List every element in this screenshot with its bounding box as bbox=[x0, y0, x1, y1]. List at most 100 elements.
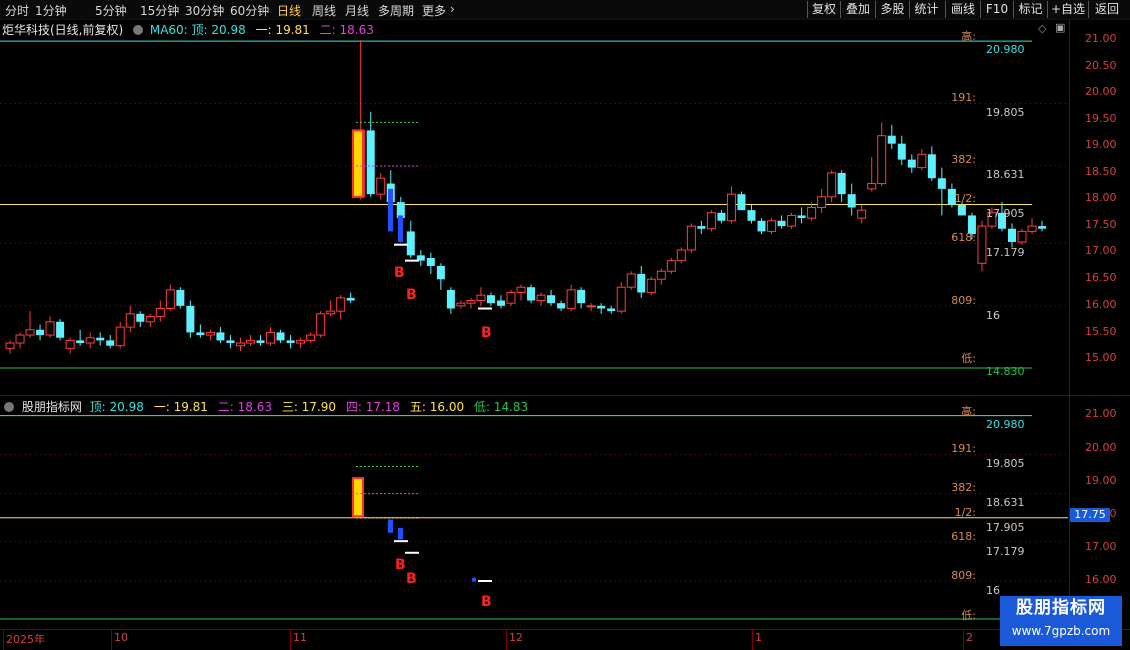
date-tick bbox=[963, 630, 964, 650]
candle-body-up bbox=[656, 270, 666, 280]
right-edge-strip bbox=[1112, 20, 1130, 395]
candle-body-up bbox=[326, 310, 336, 315]
candle-body-up bbox=[917, 153, 927, 169]
candle-body-down bbox=[927, 154, 936, 179]
fib-level-value: 16 bbox=[986, 309, 1000, 322]
candle-body-up bbox=[857, 209, 867, 219]
candle-body-up bbox=[586, 305, 596, 308]
candle-body-up bbox=[115, 326, 125, 347]
current-price-tag: 17.75 bbox=[1070, 508, 1110, 522]
candle-body-down bbox=[777, 220, 786, 227]
candle-body-down bbox=[717, 212, 726, 221]
date-tick bbox=[111, 630, 112, 650]
candle-body-down bbox=[256, 340, 265, 344]
candle-body-down bbox=[847, 194, 856, 208]
candle-body-up bbox=[1027, 225, 1037, 232]
signal-candle-blue bbox=[398, 215, 403, 243]
candle-body-up bbox=[827, 172, 837, 198]
candle-body-down bbox=[496, 300, 505, 306]
candle-body-up bbox=[626, 273, 636, 288]
candle-body-up bbox=[536, 294, 546, 302]
fib-level-value: 20.980 bbox=[986, 43, 1025, 56]
fib-level-value: 19.805 bbox=[986, 106, 1025, 119]
fib-level-label: 1/2: bbox=[954, 192, 976, 205]
candle-body-up bbox=[686, 225, 696, 251]
candle-body-up bbox=[807, 206, 817, 219]
candle-body-up bbox=[25, 329, 35, 336]
sub-fib-level-label: 618: bbox=[951, 530, 976, 543]
watermark-logo: 股朋指标网 www.7gpzb.com bbox=[1000, 596, 1122, 646]
buy-signal-marker: B bbox=[481, 594, 492, 610]
candle-body-down bbox=[226, 340, 235, 344]
candle-body-up bbox=[235, 342, 245, 347]
candle-body-up bbox=[266, 331, 276, 344]
candle-body-down bbox=[1038, 226, 1047, 229]
sub-y-axis-label: 21.00 bbox=[1085, 407, 1117, 420]
sub-fib-level-value: 17.905 bbox=[986, 521, 1025, 534]
fib-level-value: 17.905 bbox=[986, 207, 1025, 220]
candle-body-down bbox=[366, 130, 375, 195]
fib-level-label: 低: bbox=[961, 352, 976, 365]
date-tick bbox=[506, 630, 507, 650]
candle-body-up bbox=[296, 339, 306, 344]
sub-fib-level-value: 20.980 bbox=[986, 418, 1025, 431]
candle-body-down bbox=[897, 143, 906, 160]
candle-body-down bbox=[757, 220, 766, 232]
candle-body-up bbox=[877, 135, 887, 185]
candle-body-down bbox=[957, 204, 966, 216]
date-axis-divider bbox=[0, 629, 1130, 630]
candle-body-down bbox=[446, 289, 455, 309]
candle-body-down bbox=[737, 194, 746, 211]
candle-body-up bbox=[787, 214, 797, 227]
buy-signal-marker: B bbox=[481, 325, 492, 341]
candle-body-down bbox=[837, 172, 846, 195]
fib-level-value: 18.631 bbox=[986, 168, 1025, 181]
sub-y-axis-label: 16.00 bbox=[1085, 573, 1117, 586]
candle-body-down bbox=[547, 295, 556, 304]
candle-body-up bbox=[817, 196, 827, 208]
candle-body-up bbox=[336, 297, 346, 312]
candle-body-up bbox=[306, 334, 316, 341]
panel-divider bbox=[0, 395, 1130, 396]
sub-y-axis-label: 19.00 bbox=[1085, 474, 1117, 487]
date-axis-label: 2025年 bbox=[6, 633, 45, 646]
date-axis-label: 2 bbox=[966, 631, 973, 644]
breakout-signal-bar bbox=[352, 129, 364, 198]
candle-body-up bbox=[205, 331, 215, 336]
sub-signal-dot bbox=[472, 577, 476, 582]
candle-body-up bbox=[316, 313, 326, 336]
candle-body-down bbox=[196, 332, 205, 336]
candle-body-down bbox=[76, 340, 85, 344]
candle-body-up bbox=[145, 315, 155, 323]
candle-body-up bbox=[165, 289, 175, 309]
candle-body-up bbox=[15, 334, 25, 344]
candle-body-down bbox=[426, 257, 435, 266]
sub-signal-candle-blue bbox=[388, 519, 393, 533]
candle-body-down bbox=[797, 215, 806, 219]
candle-body-down bbox=[406, 231, 415, 256]
candle-body-up bbox=[1017, 230, 1027, 243]
sub-fib-level-label: 382: bbox=[951, 481, 976, 494]
candle-body-up bbox=[376, 177, 386, 195]
sub-fib-level-label: 191: bbox=[951, 442, 976, 455]
candle-body-down bbox=[216, 332, 225, 341]
sub-fib-level-label: 低: bbox=[961, 609, 976, 622]
sub-fib-level-value: 19.805 bbox=[986, 457, 1025, 470]
candle-body-up bbox=[125, 313, 135, 328]
candle-body-up bbox=[5, 342, 15, 349]
candle-body-down bbox=[36, 329, 45, 336]
candle-body-up bbox=[506, 292, 516, 304]
candle-body-up bbox=[45, 321, 55, 336]
fib-level-label: 809: bbox=[951, 294, 976, 307]
candle-body-up bbox=[155, 307, 165, 317]
signal-candle-blue bbox=[388, 188, 393, 232]
candle-body-up bbox=[476, 294, 486, 302]
date-axis-label: 12 bbox=[509, 631, 523, 644]
sub-fib-level-value: 17.179 bbox=[986, 545, 1025, 558]
sub-breakout-signal-bar bbox=[352, 477, 364, 518]
candle-body-up bbox=[977, 225, 987, 264]
candle-body-up bbox=[867, 183, 877, 190]
watermark-url: www.7gpzb.com bbox=[1011, 624, 1111, 638]
sub-y-axis-label: 17.00 bbox=[1085, 540, 1117, 553]
candle-body-up bbox=[676, 249, 686, 262]
